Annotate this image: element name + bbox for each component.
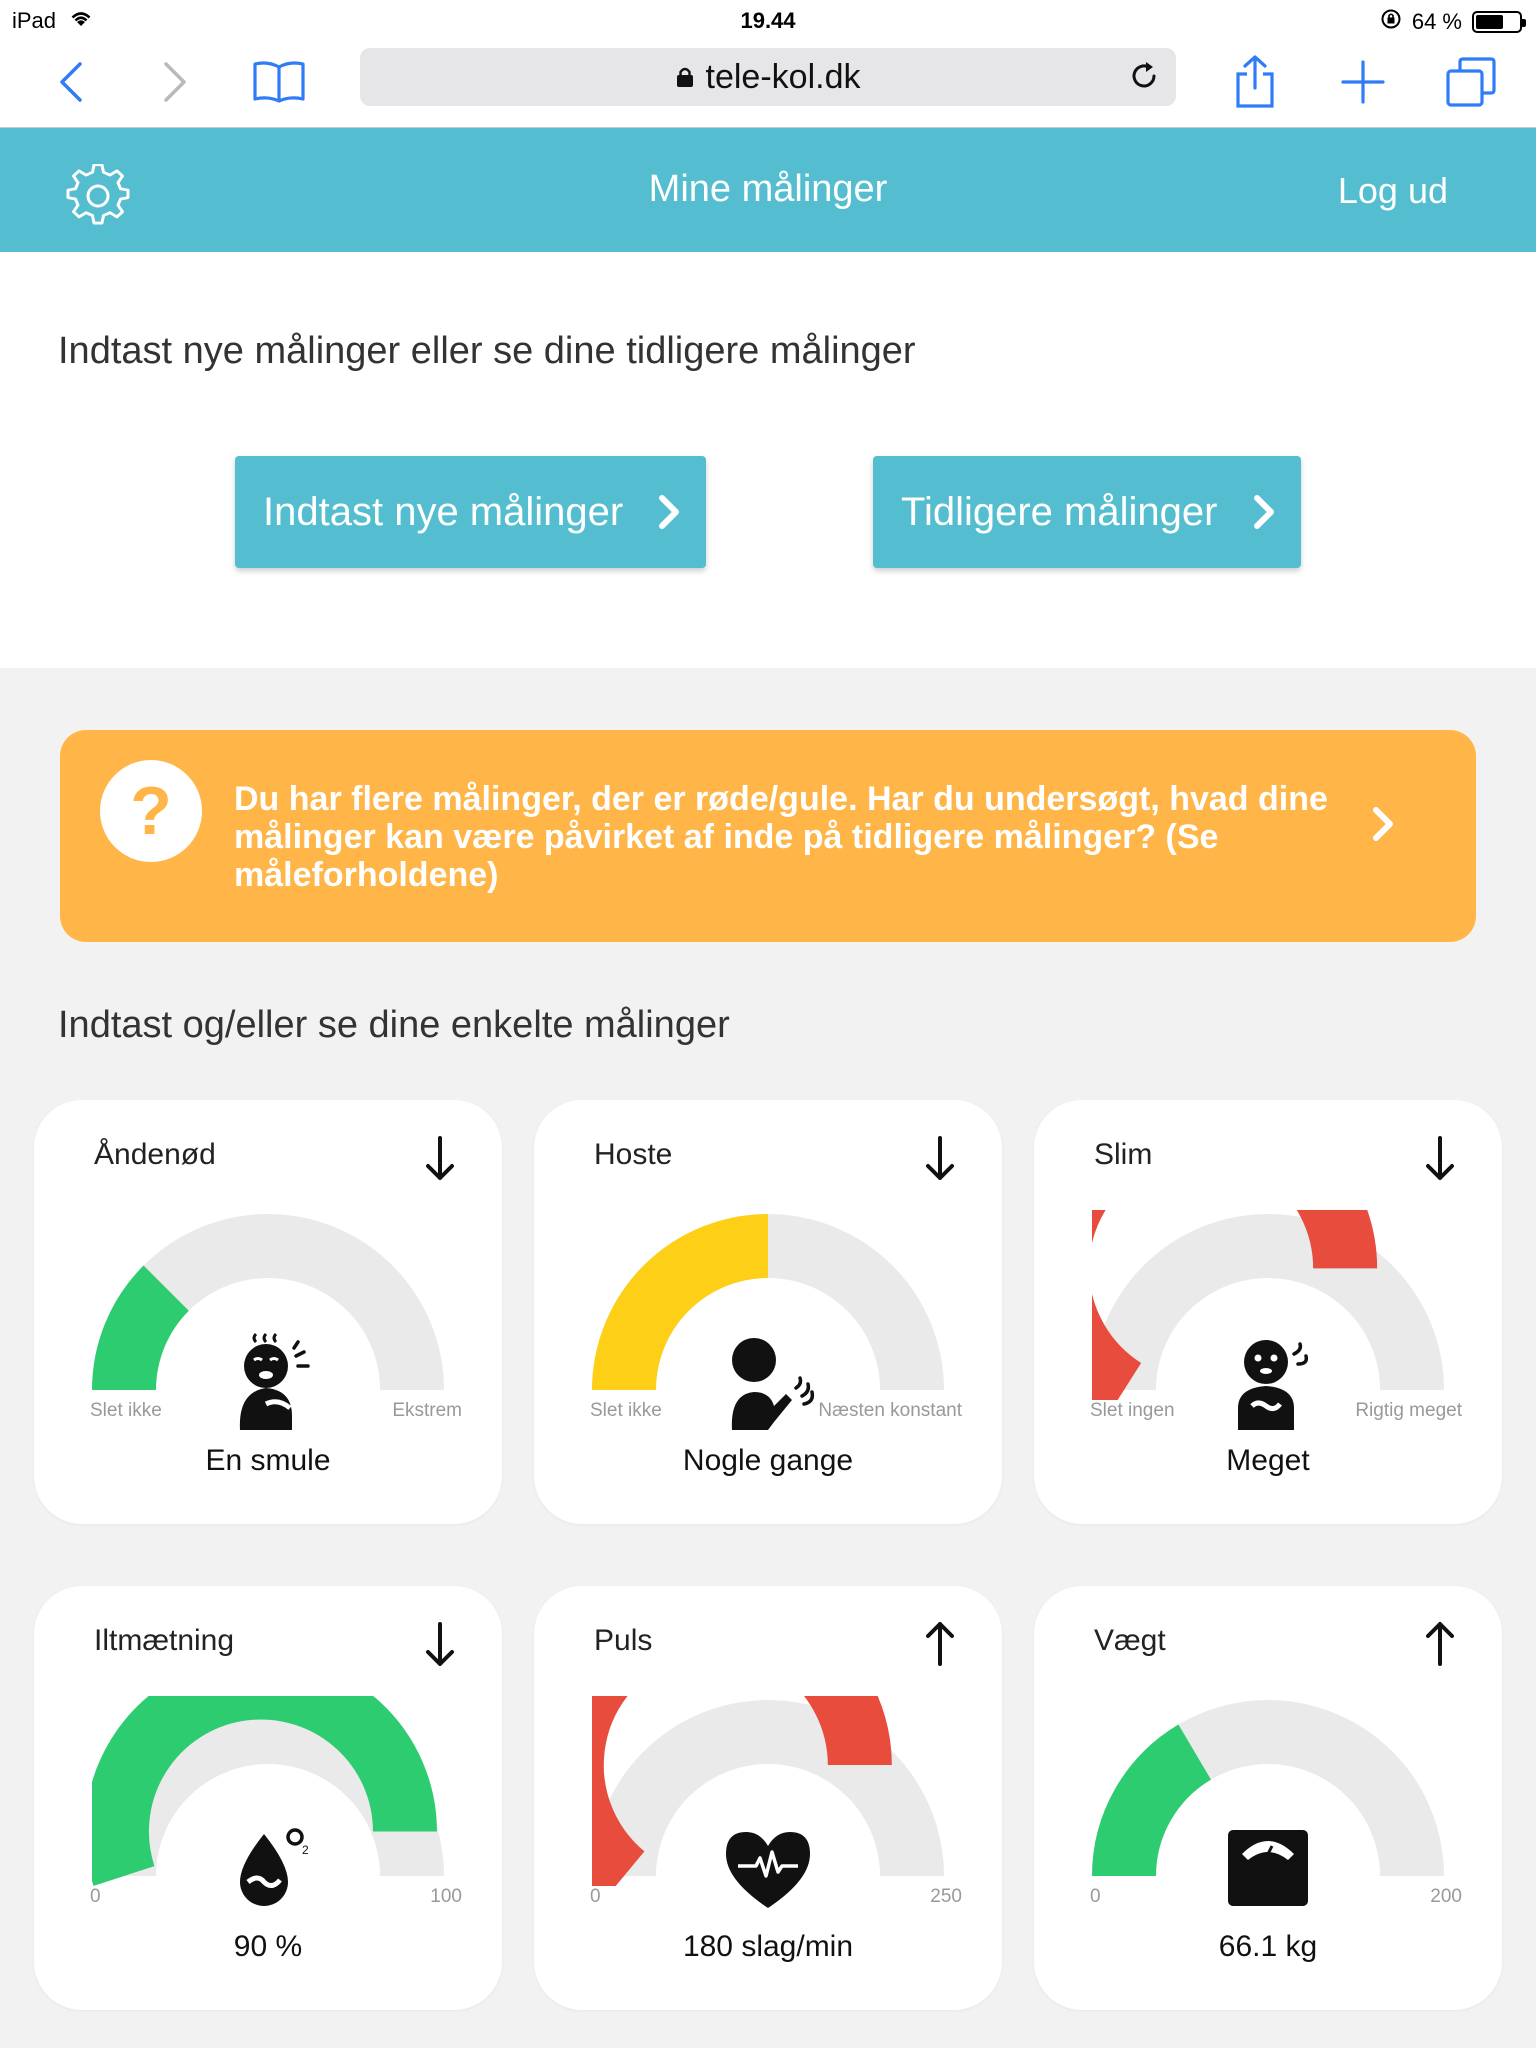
measurement-value: Meget: [1226, 1444, 1310, 1477]
card-title: Puls: [594, 1624, 653, 1657]
status-bar: iPad 19.44 64 %: [0, 0, 1536, 40]
battery-percent: 64 %: [1411, 9, 1462, 34]
url-text: tele-kol.dk: [705, 57, 861, 96]
gauge-max-label: 100: [430, 1886, 462, 1907]
measurement-card[interactable]: Puls 0 250 180 slag/min: [534, 1586, 1002, 2010]
mucus-person-icon: [1208, 1330, 1328, 1430]
gauge-fill: [1092, 1724, 1212, 1877]
measurement-value: 180 slag/min: [682, 1930, 854, 1963]
question-icon: ?: [100, 760, 202, 862]
card-title: Iltmætning: [94, 1624, 235, 1657]
chevron-right-icon: [164, 62, 186, 102]
plus-icon: [1341, 60, 1385, 104]
gauge-min-label: Slet ingen: [1090, 1400, 1175, 1421]
gauge-min-label: Slet ikke: [90, 1400, 162, 1421]
chevron-right-icon: [659, 495, 679, 529]
measurement-card[interactable]: Slim Slet ingen Rigtig meget Meget: [1034, 1100, 1502, 1524]
coughing-person-icon: [708, 1330, 828, 1430]
battery-icon: [1472, 11, 1526, 33]
chevron-right-icon: [1254, 495, 1274, 529]
trend-down-arrow-icon: [926, 1136, 954, 1180]
gauge-max-label: 250: [930, 1886, 962, 1907]
scale-icon: [1208, 1816, 1328, 1916]
warning-text: Du har flere målinger, der er røde/gule.…: [234, 780, 1328, 894]
previous-measurements-label: Tidligere målinger: [901, 489, 1218, 534]
browser-toolbar: tele-kol.dk: [0, 40, 1536, 128]
gauge-max-label: 200: [1430, 1886, 1462, 1907]
measurement-value: En smule: [205, 1444, 331, 1477]
breathless-person-icon: [208, 1330, 328, 1430]
card-title: Slim: [1094, 1138, 1153, 1171]
new-measurements-button[interactable]: Indtast nye målinger: [235, 456, 706, 568]
reload-icon: [1132, 62, 1156, 88]
measurement-card[interactable]: Iltmætning 2 0 100 90 %: [34, 1586, 502, 2010]
warning-banner[interactable]: ? Du har flere målinger, der er røde/gul…: [60, 730, 1476, 942]
measurements-heading: Indtast og/eller se dine enkelte målinge…: [58, 1004, 730, 1046]
card-title: Vægt: [1094, 1624, 1166, 1657]
measurement-value: Nogle gange: [682, 1444, 854, 1477]
measurement-value: 90 %: [233, 1930, 303, 1963]
clock: 19.44: [740, 8, 796, 33]
share-button[interactable]: [1220, 50, 1290, 114]
tabs-icon: [1446, 57, 1496, 107]
gauge-fill: [92, 1265, 190, 1391]
lock-icon: [676, 67, 693, 87]
trend-down-arrow-icon: [1426, 1136, 1454, 1180]
address-bar[interactable]: tele-kol.dk: [360, 48, 1176, 106]
trend-down-arrow-icon: [426, 1622, 454, 1666]
forward-button[interactable]: [140, 50, 210, 114]
gauge-min-label: Slet ikke: [590, 1400, 662, 1421]
chevron-left-icon: [60, 62, 82, 102]
reload-button[interactable]: [1126, 58, 1162, 103]
bookmarks-button[interactable]: [244, 50, 314, 114]
tabs-button[interactable]: [1436, 50, 1506, 114]
logout-link[interactable]: Log ud: [1338, 170, 1448, 212]
gauge-min-label: 0: [1090, 1886, 1101, 1907]
intro-section: Indtast nye målinger eller se dine tidli…: [0, 252, 1536, 668]
new-measurements-label: Indtast nye målinger: [263, 489, 624, 534]
gauge-max-label: Rigtig meget: [1355, 1400, 1462, 1421]
trend-down-arrow-icon: [426, 1136, 454, 1180]
chevron-right-icon: [1373, 807, 1393, 841]
back-button[interactable]: [36, 50, 106, 114]
svg-text:2: 2: [302, 1843, 309, 1857]
gauge-min-label: 0: [90, 1886, 101, 1907]
gauge-max-label: Ekstrem: [392, 1400, 462, 1421]
gauge-min-label: 0: [590, 1886, 601, 1907]
measurement-card[interactable]: Vægt 0 200 66.1 kg: [1034, 1586, 1502, 2010]
previous-measurements-button[interactable]: Tidligere målinger: [873, 456, 1301, 568]
trend-up-arrow-icon: [1426, 1622, 1454, 1666]
intro-heading: Indtast nye målinger eller se dine tidli…: [58, 330, 916, 372]
oxygen-drop-icon: 2: [208, 1816, 328, 1916]
heart-pulse-icon: [708, 1816, 828, 1916]
measurement-card[interactable]: Hoste Slet ikke Næsten konstant Nogle ga…: [534, 1100, 1002, 1524]
new-tab-button[interactable]: [1328, 50, 1398, 114]
app-header: Mine målinger Log ud: [0, 128, 1536, 252]
trend-up-arrow-icon: [926, 1622, 954, 1666]
page-title: Mine målinger: [648, 168, 888, 210]
status-right: 64 %: [1380, 8, 1526, 36]
measurement-card[interactable]: Åndenød Slet ikke Ekstrem En smule: [34, 1100, 502, 1524]
measurement-value: 66.1 kg: [1218, 1930, 1318, 1963]
card-title: Åndenød: [94, 1138, 216, 1171]
share-icon: [1236, 55, 1274, 108]
gauge-max-label: Næsten konstant: [818, 1400, 962, 1421]
book-icon: [253, 61, 305, 103]
card-title: Hoste: [594, 1138, 673, 1171]
rotation-lock-icon: [1380, 8, 1402, 36]
